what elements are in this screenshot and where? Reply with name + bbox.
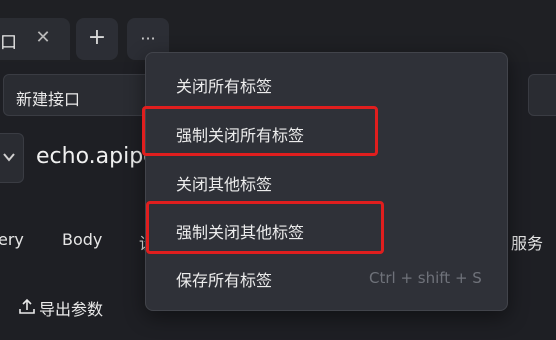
tab-body[interactable]: Body <box>62 230 102 249</box>
chevron-down-icon <box>3 150 15 166</box>
active-tab[interactable]: 口 ✕ <box>0 18 70 60</box>
tab-context-menu: 关闭所有标签 强制关闭所有标签 关闭其他标签 强制关闭其他标签 保存所有标签 C… <box>145 52 508 311</box>
url-input[interactable]: echo.apipo <box>36 144 157 169</box>
add-tab-button[interactable]: + <box>76 18 118 60</box>
menu-item-label: 强制关闭所有标签 <box>176 126 305 145</box>
tab-query[interactable]: ery <box>0 230 24 249</box>
api-name-value: 新建接口 <box>16 90 81 109</box>
export-icon <box>18 297 36 319</box>
name-bar-side-box[interactable] <box>528 74 556 116</box>
more-icon: ··· <box>140 29 156 48</box>
close-icon[interactable]: ✕ <box>32 27 54 49</box>
menu-item-save-all[interactable]: 保存所有标签 Ctrl + shift + S <box>146 254 507 302</box>
menu-item-label: 关闭所有标签 <box>176 77 273 96</box>
export-params-label: 导出参数 <box>39 300 104 319</box>
tab-service[interactable]: 服务 <box>511 230 543 254</box>
app-window: 口 ✕ + ··· 新建接口 echo.apipo ery Body 设 服务 <box>0 0 556 340</box>
menu-item-force-close-all[interactable]: 强制关闭所有标签 <box>146 109 507 157</box>
tab-title: 口 <box>0 33 17 53</box>
export-params-button[interactable]: 导出参数 <box>18 296 103 320</box>
menu-item-close-all[interactable]: 关闭所有标签 <box>146 60 507 108</box>
menu-item-close-others[interactable]: 关闭其他标签 <box>146 158 507 206</box>
plus-icon: + <box>87 25 107 50</box>
menu-item-force-close-others[interactable]: 强制关闭其他标签 <box>146 206 507 254</box>
menu-item-label: 关闭其他标签 <box>176 175 273 194</box>
menu-item-label: 强制关闭其他标签 <box>176 223 305 242</box>
menu-item-shortcut: Ctrl + shift + S <box>369 269 482 287</box>
method-dropdown[interactable] <box>0 133 24 183</box>
menu-item-label: 保存所有标签 <box>176 271 273 290</box>
